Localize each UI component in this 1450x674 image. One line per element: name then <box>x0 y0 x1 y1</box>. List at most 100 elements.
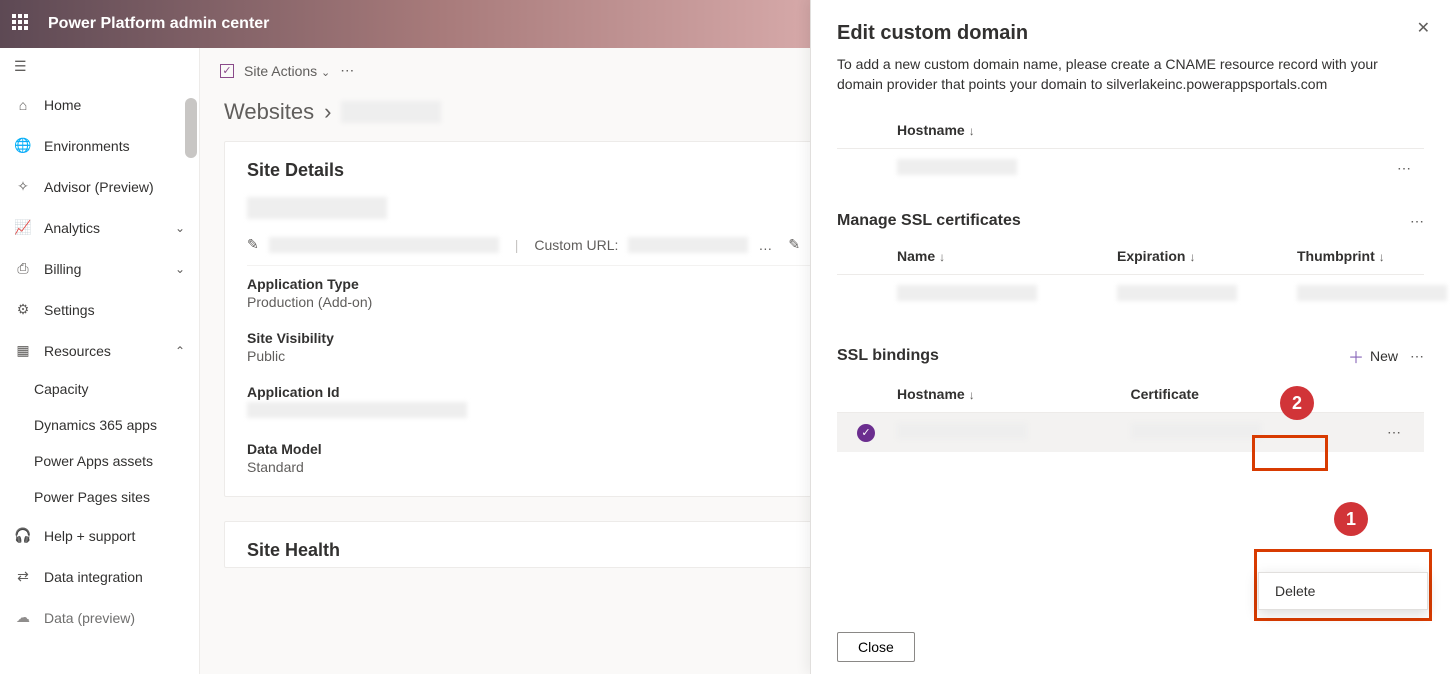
site-actions-label: Site Actions <box>244 63 317 79</box>
breadcrumb-current <box>341 101 441 123</box>
nav-billing-label: Billing <box>44 261 81 277</box>
nav-data-preview[interactable]: ☁ Data (preview) <box>0 597 199 638</box>
data-model-value: Standard <box>247 459 810 475</box>
panel-description: To add a new custom domain name, please … <box>837 55 1424 94</box>
panel-title: Edit custom domain <box>837 22 1424 45</box>
ssl-row[interactable]: ⋯ <box>837 275 1424 314</box>
callout-badge-1: 1 <box>1334 502 1368 536</box>
nav-help-support[interactable]: 🎧Help + support <box>0 515 199 556</box>
ssl-table-header: Name↓ Expiration↓ Thumbprint↓ <box>837 238 1424 275</box>
site-url-redacted <box>269 237 499 253</box>
data-icon: ☁ <box>14 609 32 626</box>
nav-powerapps-assets[interactable]: Power Apps assets <box>0 443 199 479</box>
close-icon[interactable]: ✕ <box>1417 18 1430 38</box>
nav-data-integration[interactable]: ⇄ Data integration <box>0 556 199 597</box>
context-menu: Delete <box>1258 572 1428 610</box>
hostname-table-header: Hostname↓ <box>837 112 1424 149</box>
chart-icon: 📈 <box>14 219 32 236</box>
nav-capacity[interactable]: Capacity <box>0 371 199 407</box>
app-id-redacted <box>247 402 467 418</box>
app-type-value: Production (Add-on) <box>247 294 810 310</box>
chevron-down-icon: ⌄ <box>321 67 330 79</box>
bind-cert-col[interactable]: Certificate <box>1131 386 1199 402</box>
data-int-icon: ⇄ <box>14 568 32 585</box>
nav-home-label: Home <box>44 97 81 113</box>
bindings-table-header: Hostname ↓ Certificate <box>837 376 1424 413</box>
plus-icon: ＋ <box>1348 344 1364 368</box>
bindings-heading: SSL bindings <box>837 347 939 365</box>
gear-icon: ⚙ <box>14 301 32 318</box>
left-nav: ☰ ⌂ Home 🌐 Environments ✧Advisor (Preview)… <box>0 48 200 674</box>
data-model-label: Data Model <box>247 441 810 457</box>
checkbox-icon[interactable]: ✓ <box>220 64 234 78</box>
pencil-icon[interactable]: ✎ <box>247 236 259 253</box>
context-delete-item[interactable]: Delete <box>1259 573 1427 609</box>
hostname-col-label[interactable]: Hostname <box>897 122 965 138</box>
nav-env-label: Environments <box>44 138 130 154</box>
custom-url-redacted <box>628 237 748 253</box>
nav-home[interactable]: ⌂ Home <box>0 85 199 125</box>
nav-environments[interactable]: 🌐 Environments <box>0 125 199 166</box>
more-icon[interactable]: ⋯ <box>1410 213 1424 230</box>
globe-icon: 🌐 <box>14 137 32 154</box>
site-actions-menu[interactable]: Site Actions ⌄ <box>244 63 330 79</box>
ssl-exp-redacted <box>1117 285 1237 301</box>
hostname-value-redacted <box>897 159 1017 175</box>
new-binding-button[interactable]: ＋ New <box>1348 344 1398 368</box>
billing-icon: ⎙ <box>14 260 32 277</box>
sidebar-scrollbar[interactable] <box>185 98 197 158</box>
resources-icon: ▦ <box>14 342 32 359</box>
close-button[interactable]: Close <box>837 632 915 662</box>
nav-analytics-label: Analytics <box>44 220 100 236</box>
divider: | <box>515 237 519 253</box>
nav-advisor[interactable]: ✧Advisor (Preview) <box>0 166 199 207</box>
breadcrumb-root[interactable]: Websites <box>224 99 314 125</box>
new-label: New <box>1370 348 1398 364</box>
site-visibility-label: Site Visibility <box>247 330 810 346</box>
app-title: Power Platform admin center <box>48 15 269 33</box>
nav-advisor-label: Advisor (Preview) <box>44 179 154 195</box>
site-details-heading: Site Details <box>247 160 344 181</box>
ssl-thumb-col[interactable]: Thumbprint <box>1297 248 1375 264</box>
app-id-label: Application Id <box>247 384 810 400</box>
checkmark-icon: ✓ <box>857 424 875 442</box>
nav-resources[interactable]: ▦ Resources ⌃ <box>0 330 199 371</box>
pencil-icon[interactable]: ✎ <box>788 236 800 253</box>
more-icon[interactable]: ⋯ <box>1410 348 1424 365</box>
custom-url-label: Custom URL: <box>534 237 618 253</box>
bind-hostname-col[interactable]: Hostname <box>897 386 965 402</box>
nav-resources-label: Resources <box>44 343 111 359</box>
ssl-heading: Manage SSL certificates <box>837 212 1021 230</box>
bind-cert-redacted <box>1131 423 1261 439</box>
nav-settings[interactable]: ⚙ Settings <box>0 289 199 330</box>
home-icon: ⌂ <box>14 97 32 113</box>
nav-settings-label: Settings <box>44 302 95 318</box>
hamburger-icon[interactable]: ☰ <box>0 48 199 85</box>
chevron-down-icon: ⌄ <box>175 221 185 235</box>
ssl-exp-col[interactable]: Expiration <box>1117 248 1185 264</box>
nav-data-label: Data (preview) <box>44 610 135 626</box>
app-launcher-icon[interactable] <box>12 14 32 34</box>
more-icon[interactable]: ⋯ <box>340 62 354 79</box>
callout-box-new <box>1252 435 1328 471</box>
site-visibility-value: Public <box>247 348 810 364</box>
sort-down-icon: ↓ <box>1189 250 1195 264</box>
nav-billing[interactable]: ⎙ Billing ⌄ <box>0 248 199 289</box>
more-icon[interactable]: ⋯ <box>1364 424 1424 441</box>
ssl-name-col[interactable]: Name <box>897 248 935 264</box>
chevron-up-icon: ⌃ <box>175 344 185 358</box>
app-type-label: Application Type <box>247 276 810 292</box>
chevron-down-icon: ⌄ <box>175 262 185 276</box>
site-name-redacted <box>247 197 387 219</box>
chevron-right-icon: › <box>324 99 331 125</box>
headset-icon: 🎧 <box>14 527 32 544</box>
hostname-row[interactable]: ⋯ <box>837 149 1424 188</box>
sort-down-icon: ↓ <box>969 388 975 402</box>
nav-powerpages-sites[interactable]: Power Pages sites <box>0 479 199 515</box>
nav-dynamics-apps[interactable]: Dynamics 365 apps <box>0 407 199 443</box>
ssl-name-redacted <box>897 285 1037 301</box>
nav-analytics[interactable]: 📈 Analytics ⌄ <box>0 207 199 248</box>
binding-row-selected[interactable]: ✓ ⋯ <box>837 413 1424 452</box>
more-icon[interactable]: ⋯ <box>1384 160 1424 177</box>
nav-dataint-label: Data integration <box>44 569 143 585</box>
